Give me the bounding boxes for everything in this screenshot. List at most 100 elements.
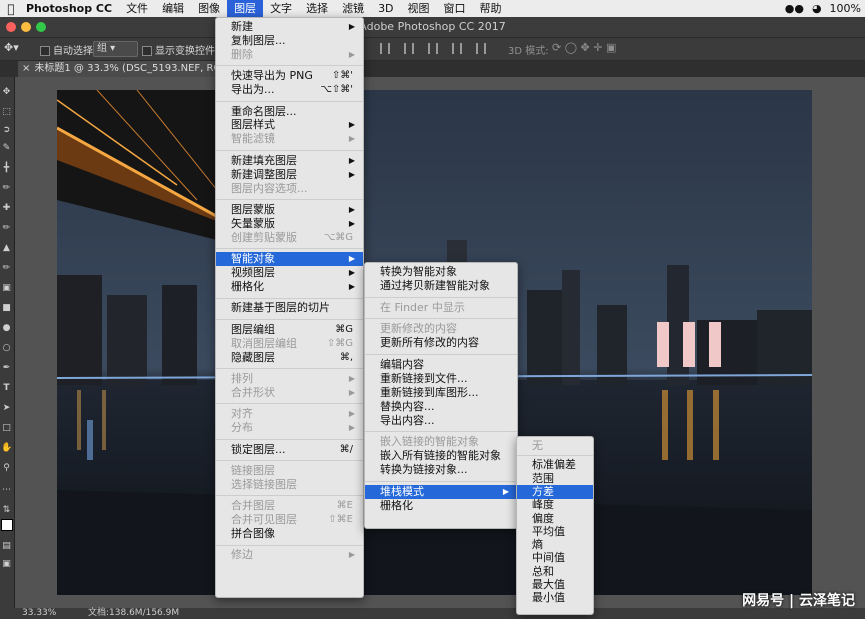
eyedropper-tool-icon[interactable]: ✏ [1,183,12,194]
smart-object-menu-item[interactable]: 嵌入所有链接的智能对象 [365,449,517,463]
swap-colors-icon[interactable]: ⇅ [1,505,12,516]
layer-menu-item[interactable]: 新建调整图层 ▶ [216,168,363,182]
stack-mode-menu-item[interactable]: 平均值 [517,525,593,539]
stack-mode-menu-item[interactable]: 方差 [517,484,593,499]
menu-image[interactable]: 图像 [191,0,227,17]
auto-select-dropdown[interactable]: 组 ▾ [93,41,138,57]
smart-object-menu-item[interactable]: 编辑内容 [365,358,517,372]
menu-type[interactable]: 文字 [263,0,299,17]
smart-object-menu-item[interactable]: 替换内容... [365,400,517,414]
zoom-level[interactable]: 33.33% [22,608,56,619]
brush-tool-icon[interactable]: ✏ [1,223,12,234]
distribute-middle-icon[interactable] [476,43,486,54]
menu-window[interactable]: 窗口 [437,0,473,17]
stack-mode-menu-item[interactable]: 熵 [517,538,593,552]
hand-tool-icon[interactable]: ✋ [1,443,12,454]
layer-menu-item[interactable]: 智能对象 ▶ [216,252,363,267]
stack-mode-menu-item[interactable]: 范围 [517,472,593,486]
layer-menu-item[interactable]: 图层编组 ⌘G [216,323,363,337]
smart-object-menu-item[interactable]: 重新链接到文件... [365,372,517,386]
layer-menu-item[interactable]: 视频图层 ▶ [216,266,363,280]
3d-tools-icons[interactable]: ⟳ ◯ ✥ ✛ ▣ [552,41,616,54]
layer-menu-item[interactable]: 图层蒙版 ▶ [216,203,363,217]
layer-menu-item[interactable]: 锁定图层... ⌘/ [216,443,363,457]
layer-menu-item[interactable]: 导出为... ⌥⇧⌘' [216,83,363,97]
gradient-tool-icon[interactable]: ■ [1,303,12,314]
layer-menu-item[interactable]: 重命名图层... [216,105,363,119]
smart-object-submenu: 转换为智能对象 通过拷贝新建智能对象在 Finder 中显示 更新修改的内容 更新所有… [364,262,518,529]
layer-menu-item[interactable]: 矢量蒙版 ▶ [216,217,363,231]
dodge-tool-icon[interactable]: ○ [1,343,12,354]
move-tool-icon[interactable]: ✥▾ [4,41,19,54]
zoom-tool-icon[interactable]: ⚲ [1,463,12,474]
layer-menu-item[interactable]: 图层样式 ▶ [216,118,363,132]
stack-mode-menu-item[interactable]: 最小值 [517,591,593,605]
stack-mode-menu-item[interactable]: 最大值 [517,578,593,592]
path-select-tool-icon[interactable]: ➤ [1,403,12,414]
align-center-icon[interactable] [404,43,414,54]
layer-menu-item-label: 选择链接图层 [231,477,297,491]
layer-menu-item: 合并图层 ⌘E [216,499,363,513]
layer-menu-item[interactable]: 新建基于图层的切片 [216,301,363,315]
history-brush-tool-icon[interactable]: ✏ [1,263,12,274]
menu-layer[interactable]: 图层 [227,0,264,17]
layer-menu-item[interactable]: 新建填充图层 ▶ [216,154,363,168]
stack-mode-menu-item[interactable]: 峰度 [517,498,593,512]
shape-tool-icon[interactable]: □ [1,423,12,434]
stack-mode-menu-item[interactable]: 总和 [517,565,593,579]
apple-logo-icon[interactable]:  [0,2,22,16]
stack-mode-menu-item[interactable]: 偏度 [517,512,593,526]
layer-menu-item[interactable]: 拼合图像 [216,527,363,541]
healing-brush-tool-icon[interactable]: ✚ [1,203,12,214]
type-tool-icon[interactable]: T [1,383,12,394]
auto-select-checkbox[interactable]: 自动选择: [40,42,96,57]
menu-edit[interactable]: 编辑 [155,0,191,17]
eraser-tool-icon[interactable]: ▣ [1,283,12,294]
menu-file[interactable]: 文件 [119,0,155,17]
smart-object-menu-item[interactable]: 堆栈模式 ▶ [365,484,517,499]
align-left-icon[interactable] [380,43,390,54]
quick-mask-icon[interactable]: ▤ [1,541,12,552]
layer-menu-item-label: 图层内容选项... [231,181,308,195]
show-transform-checkbox[interactable]: 显示变换控件 [142,42,215,57]
smart-object-menu-item[interactable]: 通过拷贝新建智能对象 [365,279,517,293]
marquee-tool-icon[interactable]: ⬚ [1,107,12,118]
smart-object-menu-item[interactable]: 导出内容... [365,414,517,428]
distribute-top-icon[interactable] [452,43,462,54]
smart-object-menu-item[interactable]: 更新所有修改的内容 [365,336,517,350]
smart-object-menu-item[interactable]: 重新链接到库图形... [365,386,517,400]
shortcut-label: ⌘/ [339,443,353,455]
smart-object-menu-item[interactable]: 栅格化 [365,499,517,513]
layer-menu-item[interactable]: 栅格化 ▶ [216,280,363,294]
stack-mode-menu-item[interactable]: 标准偏差 [517,458,593,472]
clone-stamp-tool-icon[interactable]: ▲ [1,243,12,254]
layer-menu-item[interactable]: 复制图层... [216,34,363,48]
close-tab-icon[interactable]: × [18,63,34,74]
smart-object-menu-item[interactable]: 转换为智能对象 [365,265,517,279]
move-tool-icon[interactable]: ✥ [1,87,12,98]
layer-menu-item[interactable]: 隐藏图层 ⌘, [216,351,363,365]
blur-tool-icon[interactable]: ● [1,323,12,334]
wechat-icon[interactable]: ●● [785,2,804,15]
layer-menu-item[interactable]: 快速导出为 PNG ⇧⌘' [216,69,363,83]
menu-view[interactable]: 视图 [401,0,437,17]
foreground-color-swatch[interactable] [1,519,13,531]
quick-select-tool-icon[interactable]: ✎ [1,143,12,154]
shortcut-label: ⌘E [336,500,353,512]
more-tools-icon[interactable]: ⋯ [1,485,12,496]
align-right-icon[interactable] [428,43,438,54]
wifi-icon[interactable]: ◕ [812,2,822,15]
lasso-tool-icon[interactable]: ➲ [1,125,12,136]
smart-object-menu-item[interactable]: 转换为链接对象... [365,463,517,477]
menu-select[interactable]: 选择 [299,0,335,17]
app-menu[interactable]: Photoshop CC [22,0,119,17]
document-tab[interactable]: × 未标题1 @ 33.3% (DSC_5193.NEF, RGB/16 [18,61,228,77]
crop-tool-icon[interactable]: ╋ [1,163,12,174]
pen-tool-icon[interactable]: ✒ [1,363,12,374]
menu-help[interactable]: 帮助 [473,0,509,17]
menu-filter[interactable]: 滤镜 [335,0,371,17]
screen-mode-icon[interactable]: ▣ [1,559,12,570]
menu-3d[interactable]: 3D [371,0,400,17]
layer-menu-item[interactable]: 新建 ▶ [216,20,363,34]
stack-mode-menu-item[interactable]: 中间值 [517,551,593,565]
